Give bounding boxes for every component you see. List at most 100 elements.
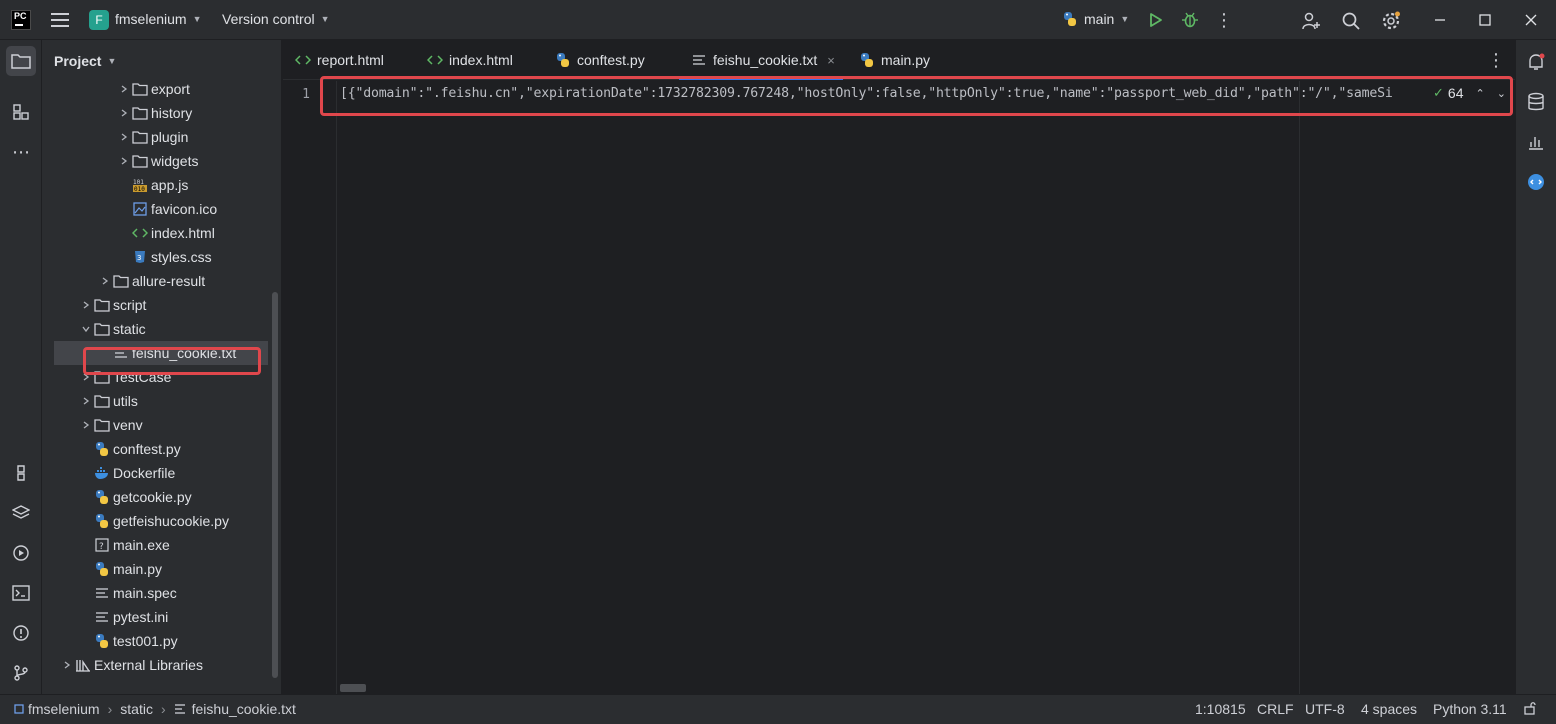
editor-tabs: report.html index.html conftest.py feishu_c… [283,40,1515,80]
editor-tab[interactable]: report.html [295,40,384,80]
add-user-icon[interactable] [1300,10,1322,32]
project-panel-title: Project [54,53,102,69]
tree-folder[interactable]: script [42,293,274,317]
project-switcher[interactable]: fmselenium ▼ [115,11,202,27]
tree-folder[interactable]: static [42,317,274,341]
breadcrumb-item[interactable]: fmselenium [28,701,100,717]
chevron-right-icon[interactable] [116,108,132,118]
services-icon[interactable] [6,538,36,568]
chevron-right-icon[interactable] [59,660,75,670]
chevron-right-icon[interactable] [78,300,94,310]
debug-icon[interactable] [1180,10,1200,30]
tree-item-label: getcookie.py [113,489,192,505]
tab-label: report.html [317,52,384,68]
tree-folder[interactable]: plugin [42,125,274,149]
docker-icon [94,465,110,481]
tree-file[interactable]: index.html [42,221,274,245]
editor-tab[interactable]: conftest.py [555,40,645,80]
breadcrumb-separator: › [107,701,113,717]
tree-scrollbar[interactable] [272,292,278,678]
minimize-icon[interactable] [1430,10,1450,30]
tree-file[interactable]: getcookie.py [42,485,274,509]
database-icon[interactable] [1524,90,1548,114]
line-number: 1 [302,87,310,102]
tree-file[interactable]: test001.py [42,629,274,653]
project-tool-icon[interactable] [6,46,36,76]
close-icon[interactable] [1521,10,1541,30]
tree-file[interactable]: 3 styles.css [42,245,274,269]
breadcrumb: fmselenium › static › feishu_cookie.txt [14,701,296,717]
line-separator[interactable]: CRLF [1257,701,1294,717]
tree-file[interactable]: Dockerfile [42,461,274,485]
sciview-icon[interactable] [1524,130,1548,154]
layers-icon[interactable] [6,498,36,528]
editor-tab[interactable]: feishu_cookie.txt × [679,40,843,80]
tree-folder[interactable]: history [42,101,274,125]
tree-folder[interactable]: allure-result [42,269,274,293]
chevron-right-icon[interactable] [116,132,132,142]
problems-icon[interactable] [6,618,36,648]
terminal-icon[interactable] [6,578,36,608]
tab-close-icon[interactable]: × [827,53,835,68]
python-packages-icon[interactable] [6,458,36,488]
chevron-right-icon[interactable] [116,156,132,166]
tree-file[interactable]: 101 010 app.js [42,173,274,197]
search-icon[interactable] [1340,10,1362,32]
more-actions-icon[interactable]: ⋮ [1214,10,1234,30]
chevron-right-icon[interactable] [116,84,132,94]
tree-item-label: venv [113,417,143,433]
breadcrumb-item[interactable]: feishu_cookie.txt [192,701,296,717]
maximize-icon[interactable] [1475,10,1495,30]
run-icon[interactable] [1146,10,1166,30]
ai-assistant-icon[interactable] [1524,170,1548,194]
indent-setting[interactable]: 4 spaces [1361,701,1417,717]
tree-item-label: pytest.ini [113,609,169,625]
tree-file[interactable]: main.spec [42,581,274,605]
tree-item-label: app.js [151,177,189,193]
tree-folder[interactable]: External Libraries [42,653,274,677]
breadcrumb-item[interactable]: static [120,701,153,717]
tree-folder[interactable]: venv [42,413,274,437]
file-encoding[interactable]: UTF-8 [1305,701,1345,717]
editor-tab[interactable]: index.html [427,40,513,80]
editor-tab[interactable]: main.py [859,40,930,80]
main-menu-button[interactable] [50,11,70,29]
horizontal-scrollbar[interactable] [340,684,366,692]
gear-icon[interactable] [1380,10,1402,32]
project-badge[interactable]: F [89,10,109,30]
tree-folder[interactable]: utils [42,389,274,413]
lock-icon[interactable] [1523,701,1537,715]
tree-file[interactable]: main.py [42,557,274,581]
folder-icon [132,129,148,145]
tree-item-label: index.html [151,225,215,241]
chevron-right-icon[interactable] [78,396,94,406]
tree-file[interactable]: pytest.ini [42,605,274,629]
run-config-name: main [1084,11,1115,27]
tab-label: main.py [881,52,931,68]
notifications-icon[interactable] [1524,50,1548,74]
interpreter[interactable]: Python 3.11 [1433,701,1507,717]
folder-icon [94,321,110,337]
tree-file[interactable]: getfeishucookie.py [42,509,274,533]
project-panel-header[interactable]: Project ▼ [54,53,116,69]
run-config-selector[interactable]: main ▼ [1062,11,1129,27]
caret-position[interactable]: 1:10815 [1195,701,1246,717]
version-control-menu[interactable]: Version control ▼ [222,11,330,27]
tree-folder[interactable]: export [42,77,274,101]
chevron-down-icon[interactable] [78,324,94,334]
chevron-right-icon[interactable] [78,420,94,430]
folder-icon [113,273,129,289]
tree-folder[interactable]: widgets [42,149,274,173]
code-area[interactable]: [{"domain":".feishu.cn","expirationDate"… [338,81,1498,694]
tree-file[interactable]: favicon.ico [42,197,274,221]
python-icon [94,561,110,577]
title-bar: PC F fmselenium ▼ Version control ▼ main ▼ … [0,0,1556,40]
tree-file[interactable]: conftest.py [42,437,274,461]
more-tools-icon[interactable]: ⋯ [6,137,36,167]
tree-file[interactable]: ? main.exe [42,533,274,557]
git-icon[interactable] [6,658,36,688]
tabs-more-icon[interactable]: ⋮ [1486,50,1506,70]
tree-item-label: widgets [151,153,199,169]
structure-icon[interactable] [6,97,36,127]
chevron-right-icon[interactable] [97,276,113,286]
